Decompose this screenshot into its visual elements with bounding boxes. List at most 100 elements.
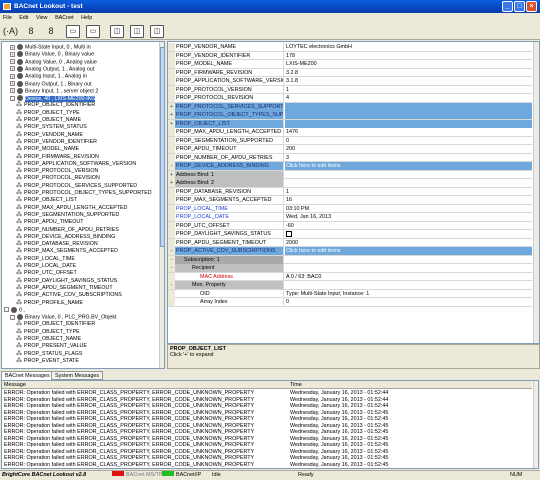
property-row[interactable]: - Mon. Property bbox=[168, 281, 532, 290]
property-value[interactable]: LOYTEC electronics GmbH bbox=[285, 43, 532, 51]
property-row[interactable]: + PROP_PROTOCOL_SERVICES_SUPPORTED bbox=[168, 102, 532, 111]
property-row[interactable]: PROP_APDU_TIMEOUT 200 bbox=[168, 145, 532, 154]
property-value[interactable]: 1 bbox=[285, 86, 532, 94]
property-row[interactable]: - PROP_ACTIVE_COV_SUBSCRIPTIONS Click here… bbox=[168, 247, 532, 256]
property-value[interactable]: 1 bbox=[285, 188, 532, 196]
menu-bacnet[interactable]: BACnet bbox=[55, 15, 74, 21]
tab-system-messages[interactable]: System Messages bbox=[51, 371, 104, 380]
property-value[interactable] bbox=[285, 171, 532, 179]
log-col-message[interactable]: Message bbox=[2, 381, 26, 389]
tree-item[interactable]: ⁂ PROP_EVENT_STATE bbox=[16, 358, 79, 365]
tree-item[interactable]: ⁂ PROP_PROTOCOL_VERSION bbox=[16, 168, 98, 175]
property-value[interactable]: 4 bbox=[285, 94, 532, 102]
expand-icon[interactable]: + bbox=[10, 88, 15, 94]
device-icon[interactable]: 8 bbox=[24, 25, 38, 38]
tree-item[interactable]: - Device, 40 , LXIS-ME200-IKG bbox=[10, 95, 96, 102]
property-row[interactable]: PROP_NUMBER_OF_APDU_RETRIES 3 bbox=[168, 153, 532, 162]
tree-item[interactable]: ⁂ PROP_UTC_OFFSET bbox=[16, 270, 77, 277]
tree-item[interactable]: ⁂ PROP_PROTOCOL_SERVICES_SUPPORTED bbox=[16, 183, 137, 190]
tree-scrollbar[interactable] bbox=[159, 42, 164, 368]
property-value[interactable]: 3.1.8 bbox=[285, 77, 532, 85]
property-row[interactable]: PROP_LOCAL_TIME 03:10 PM bbox=[168, 204, 532, 213]
property-row[interactable]: +PROP_PROTOCOL_OBJECT_TYPES_SUPPORTED bbox=[168, 111, 532, 120]
tree-item[interactable]: ⁂ PROP_SEGMENTATION_SUPPORTED bbox=[16, 212, 119, 219]
property-value[interactable] bbox=[285, 111, 532, 119]
property-value[interactable]: 16 bbox=[285, 196, 532, 204]
property-row[interactable]: PROP_APPLICATION_SOFTWARE_VERSION 3.1.8 bbox=[168, 77, 532, 86]
property-row[interactable]: + Address Bind: 2 bbox=[168, 179, 532, 188]
tree-item[interactable]: ⁂ PROP_PROTOCOL_REVISION bbox=[16, 175, 100, 182]
property-value[interactable]: A 0 / 63: BAC0 bbox=[285, 273, 532, 281]
tree-item[interactable]: ⁂ PROP_APDU_TIMEOUT bbox=[16, 219, 83, 226]
property-scrollbar[interactable] bbox=[533, 42, 539, 343]
tree-item[interactable]: ⁂ PROP_STATUS_FLAGS bbox=[16, 351, 82, 358]
tree-item[interactable]: ⁂ PROP_FIRMWARE_REVISION bbox=[16, 154, 99, 161]
object-icon[interactable]: 8 bbox=[44, 25, 58, 38]
property-value[interactable]: 3 bbox=[285, 154, 532, 162]
collapse-icon[interactable]: - bbox=[168, 255, 175, 264]
collapse-icon[interactable]: - bbox=[10, 95, 15, 101]
tree-item[interactable]: + Binary Value, 0 , Binary value bbox=[10, 51, 94, 58]
property-value[interactable]: 0 bbox=[285, 137, 532, 145]
property-value[interactable]: 3.2.8 bbox=[285, 69, 532, 77]
property-value[interactable] bbox=[285, 256, 532, 264]
property-row[interactable]: - Subscription: 1 bbox=[168, 255, 532, 264]
log-scrollbar[interactable] bbox=[533, 381, 538, 468]
expand-icon[interactable]: + bbox=[10, 66, 15, 72]
minimize-button[interactable]: _ bbox=[502, 1, 513, 12]
property-row[interactable]: PROP_VENDOR_IDENTIFIER 178 bbox=[168, 51, 532, 60]
collapse-icon[interactable]: - bbox=[168, 247, 175, 255]
expand-icon[interactable]: + bbox=[10, 44, 15, 50]
expand-icon[interactable]: + bbox=[168, 102, 175, 111]
tree-item[interactable]: ⁂ PROP_PROTOCOL_OBJECT_TYPES_SUPPORTED bbox=[16, 190, 152, 197]
tree-item[interactable]: - 0 , bbox=[4, 306, 25, 314]
tree-item[interactable]: ⁂ PROP_OBJECT_NAME bbox=[16, 117, 81, 124]
tree-item[interactable]: ⁂ PROP_VENDOR_IDENTIFIER bbox=[16, 139, 97, 146]
property-row[interactable]: PROP_DATABASE_REVISION 1 bbox=[168, 187, 532, 196]
tree-item[interactable]: + Analog Output, 1 , Analog out bbox=[10, 65, 94, 73]
expand-icon[interactable]: + bbox=[10, 81, 15, 86]
property-value[interactable]: -60 bbox=[285, 222, 532, 230]
collapse-icon[interactable]: - bbox=[4, 307, 9, 313]
property-value[interactable]: 178 bbox=[285, 52, 532, 60]
property-value[interactable]: LXIS-ME200 bbox=[285, 60, 532, 68]
menu-file[interactable]: File bbox=[3, 15, 12, 21]
subscribe-icon[interactable]: ◫ bbox=[150, 25, 164, 38]
property-value[interactable]: Wed, Jan 16, 2013 bbox=[285, 213, 532, 221]
menu-edit[interactable]: Edit bbox=[19, 15, 28, 21]
property-value[interactable]: 0 bbox=[285, 298, 532, 306]
tree-item[interactable]: + Multi-State Input, 0 , Multi in bbox=[10, 44, 91, 51]
object-tree[interactable]: + Multi-State Input, 0 , Multi in + Binary … bbox=[1, 41, 165, 369]
collapse-icon[interactable]: - bbox=[168, 162, 175, 170]
property-row[interactable]: PROP_PROTOCOL_VERSION 1 bbox=[168, 85, 532, 94]
expand-icon[interactable]: + bbox=[168, 179, 175, 187]
tree-item[interactable]: ⁂ PROP_VENDOR_NAME bbox=[16, 132, 83, 139]
tree-item[interactable]: ⁂ PROP_ACTIVE_COV_SUBSCRIPTIONS bbox=[16, 292, 122, 299]
save-icon[interactable]: ▭ bbox=[86, 25, 100, 38]
property-row[interactable]: PROP_SEGMENTATION_SUPPORTED 0 bbox=[168, 136, 532, 145]
property-value[interactable] bbox=[285, 102, 532, 111]
property-grid[interactable]: PROP_VENDOR_NAME LOYTEC electronics GmbH P… bbox=[167, 41, 540, 344]
collapse-icon[interactable]: - bbox=[168, 264, 175, 272]
property-value[interactable] bbox=[285, 230, 532, 238]
property-value[interactable] bbox=[285, 264, 532, 272]
expand-icon[interactable]: + bbox=[168, 119, 175, 128]
tree-item[interactable]: ⁂ PROP_DAYLIGHT_SAVINGS_STATUS bbox=[16, 278, 117, 285]
tree-item[interactable]: + Analog Value, 0 , Analog value bbox=[10, 58, 97, 66]
read-icon[interactable]: ◫ bbox=[110, 25, 124, 38]
property-value[interactable] bbox=[285, 179, 532, 187]
tree-item[interactable]: ⁂ PROP_DATABASE_REVISION bbox=[16, 241, 98, 248]
property-row[interactable]: + PROP_OBJECT_LIST bbox=[168, 119, 532, 128]
tree-item[interactable]: ⁂ PROP_OBJECT_IDENTIFIER bbox=[16, 321, 95, 328]
log-row[interactable]: ERROR: Operation failed with ERROR_CLASS… bbox=[2, 462, 532, 469]
property-row[interactable]: OID Type: Multi-State Input; Instance: 1 bbox=[168, 289, 532, 298]
tree-item[interactable]: ⁂ PROP_OBJECT_TYPE bbox=[16, 110, 80, 117]
property-row[interactable]: PROP_UTC_OFFSET -60 bbox=[168, 221, 532, 230]
property-row[interactable]: PROP_LOCAL_DATE Wed, Jan 16, 2013 bbox=[168, 213, 532, 222]
tree-scroll-thumb[interactable] bbox=[160, 47, 164, 247]
tree-item[interactable]: + Analog Input, 1 , Analog in bbox=[10, 73, 87, 80]
tree-item[interactable]: ⁂ PROP_DEVICE_ADDRESS_BINDING bbox=[16, 234, 115, 241]
property-value[interactable]: 200 bbox=[285, 145, 532, 153]
tab-bacnet-messages[interactable]: BACnet Messages bbox=[1, 371, 54, 380]
menu-help[interactable]: Help bbox=[81, 15, 92, 21]
